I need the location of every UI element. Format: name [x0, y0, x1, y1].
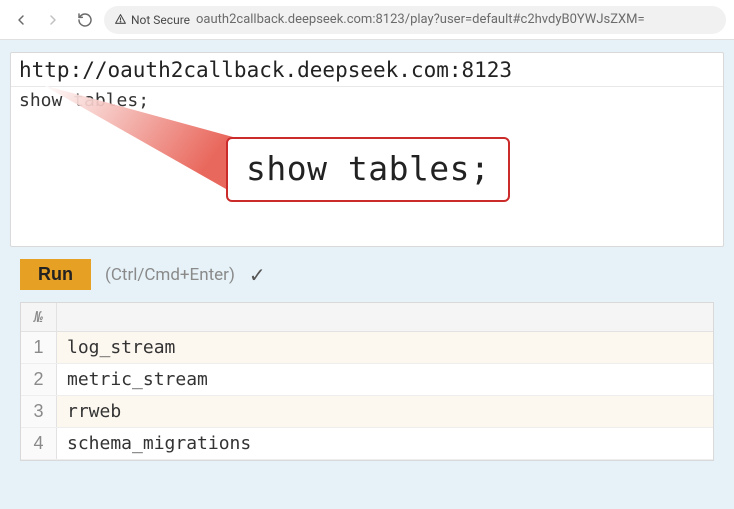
table-name-cell: log_stream — [57, 332, 713, 363]
query-panel: http://oauth2callback.deepseek.com:8123 … — [10, 52, 724, 247]
table-row[interactable]: 1log_stream — [21, 332, 713, 364]
reload-button[interactable] — [72, 7, 98, 33]
table-row[interactable]: 4schema_migrations — [21, 428, 713, 460]
not-secure-label: Not Secure — [131, 13, 190, 27]
back-button[interactable] — [8, 7, 34, 33]
row-number: 2 — [21, 364, 57, 395]
callout-box: show tables; — [226, 137, 510, 202]
table-row[interactable]: 2metric_stream — [21, 364, 713, 396]
table-row[interactable]: 3rrweb — [21, 396, 713, 428]
address-bar[interactable]: Not Secure oauth2callback.deepseek.com:8… — [104, 6, 726, 34]
content-area: http://oauth2callback.deepseek.com:8123 … — [0, 40, 734, 461]
table-name-cell: metric_stream — [57, 364, 713, 395]
row-number: 1 — [21, 332, 57, 363]
row-number-column-header: № — [21, 303, 57, 331]
url-text: oauth2callback.deepseek.com:8123/play?us… — [196, 12, 645, 27]
row-number: 4 — [21, 428, 57, 459]
table-name-cell: schema_migrations — [57, 428, 713, 459]
warning-icon — [114, 13, 127, 26]
name-column-header — [57, 303, 713, 331]
run-shortcut-hint: (Ctrl/Cmd+Enter) — [105, 265, 235, 285]
run-button[interactable]: Run — [20, 259, 91, 290]
endpoint-url: http://oauth2callback.deepseek.com:8123 — [11, 53, 723, 87]
row-number: 3 — [21, 396, 57, 427]
browser-toolbar: Not Secure oauth2callback.deepseek.com:8… — [0, 0, 734, 40]
check-icon: ✓ — [249, 263, 266, 287]
not-secure-badge: Not Secure — [114, 13, 190, 27]
query-editor[interactable]: show tables; — [11, 87, 723, 114]
results-table: № 1log_stream2metric_stream3rrweb4schema… — [20, 302, 714, 461]
forward-button[interactable] — [40, 7, 66, 33]
run-bar: Run (Ctrl/Cmd+Enter) ✓ — [10, 247, 724, 302]
table-name-cell: rrweb — [57, 396, 713, 427]
results-header-row: № — [21, 303, 713, 332]
